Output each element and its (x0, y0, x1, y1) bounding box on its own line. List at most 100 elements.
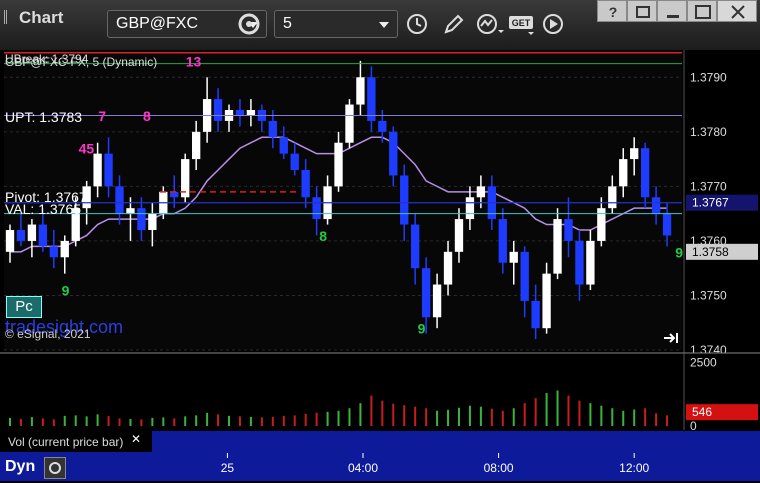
volume-bar (403, 405, 406, 426)
volume-bar (238, 416, 241, 426)
volume-pane-label: Vol (current price bar) (5, 432, 148, 452)
price-tick-label: 1.3770 (690, 179, 727, 193)
copyright-text: © eSignal, 2021 (5, 327, 91, 341)
candle-body (378, 120, 387, 132)
volume-bar (414, 406, 417, 426)
ubreak-label: UBreak: 1.3794 (5, 52, 89, 66)
sequence-label: 8 (143, 108, 151, 124)
volume-bar (107, 416, 110, 426)
volume-bar (392, 403, 395, 426)
pencil-icon[interactable] (438, 10, 472, 38)
volume-tick-label: 0 (690, 419, 697, 433)
svg-text:?: ? (609, 4, 618, 20)
candle-body (16, 230, 26, 241)
val-label: VAL: 1.3765 (5, 201, 82, 217)
volume-bar (556, 390, 559, 426)
study-icon[interactable] (472, 10, 506, 38)
minimize-icon[interactable] (657, 0, 687, 22)
volume-bar (457, 407, 460, 426)
volume-bar (282, 415, 285, 426)
candle-body (432, 284, 442, 318)
volume-tick-label: 2500 (690, 356, 717, 370)
volume-bar (666, 415, 669, 426)
price-tick-label: 1.3780 (690, 125, 727, 139)
clock-icon[interactable] (400, 10, 434, 38)
gear-icon[interactable] (232, 10, 266, 38)
volume-bar (644, 408, 647, 426)
candle-body (553, 219, 562, 274)
prev-price-label: 1.3758 (692, 245, 729, 259)
volume-bar (271, 416, 274, 426)
volume-label-text: Vol (current price bar) (8, 435, 124, 449)
sequence-label: 9 (418, 321, 426, 337)
candle-body (38, 224, 48, 247)
candle-body (301, 170, 310, 198)
volume-bar (63, 415, 66, 426)
candle-body (126, 208, 135, 214)
maximize-icon[interactable] (687, 0, 717, 22)
sequence-label: 9 (62, 282, 70, 298)
candle-body (367, 77, 376, 121)
volume-bar (611, 408, 614, 426)
candle-body (356, 77, 365, 105)
volume-bar (490, 408, 493, 426)
candle-body (520, 251, 529, 301)
volume-bar (655, 413, 658, 426)
get-icon[interactable]: GET (506, 10, 540, 38)
play-icon[interactable] (538, 10, 572, 38)
candle-body (564, 219, 573, 241)
restore-icon[interactable] (627, 0, 657, 22)
volume-bar (348, 408, 351, 426)
candle-body (192, 131, 201, 160)
volume-bar (304, 413, 307, 426)
time-tick-label: 12:00 (619, 461, 649, 475)
volume-bar (326, 411, 329, 426)
volume-bar (479, 406, 482, 426)
price-chart: 1387458999 1.37401.37501.37601.37701.378… (0, 50, 760, 481)
volume-last-label: 546 (692, 405, 712, 419)
volume-bar (523, 403, 526, 426)
volume-bar (74, 415, 77, 426)
volume-bar (41, 418, 44, 426)
price-axis: 1.37401.37501.37601.37701.37801.37901.37… (683, 50, 760, 357)
interval-value: 5 (283, 15, 292, 32)
volume-bar (600, 405, 603, 426)
volume-bar (337, 410, 340, 426)
sequence-label: 13 (186, 53, 202, 69)
candle-body (630, 148, 639, 160)
time-tick-label: 25 (221, 461, 235, 475)
volume-bar (19, 418, 22, 426)
volume-bar (501, 410, 504, 426)
pc-button[interactable]: Pc (6, 296, 42, 318)
candle-body (498, 219, 507, 263)
scroll-to-end-icon[interactable] (662, 331, 680, 345)
candle-body (279, 137, 288, 154)
help-icon[interactable]: ? (597, 0, 627, 22)
candle-body (597, 208, 606, 241)
grip-icon[interactable] (4, 10, 15, 24)
volume-bar (293, 415, 296, 426)
candle-body (213, 99, 223, 121)
volume-bar (425, 408, 428, 426)
chevron-down-icon (379, 22, 389, 28)
volume-bar (129, 418, 132, 426)
candle-body (400, 175, 409, 225)
volume-bar (206, 412, 209, 426)
candle-body (542, 273, 551, 329)
close-icon[interactable] (717, 0, 757, 22)
volume-bar (52, 419, 55, 426)
volume-bar (567, 395, 570, 426)
interval-select[interactable]: 5 (274, 10, 398, 38)
volume-bar (578, 400, 581, 426)
volume-bar (217, 414, 220, 426)
close-pane-icon[interactable]: ✕ (131, 432, 145, 446)
candle-body (389, 131, 398, 176)
candle-body (170, 191, 179, 198)
mode-toggle[interactable] (44, 457, 66, 479)
symbol-value: GBP@FXC (116, 15, 199, 32)
volume-bar (260, 417, 263, 426)
volume-bar (195, 415, 198, 426)
candle-body (148, 213, 157, 230)
volume-bar (249, 416, 252, 426)
volume-bar (436, 410, 439, 426)
